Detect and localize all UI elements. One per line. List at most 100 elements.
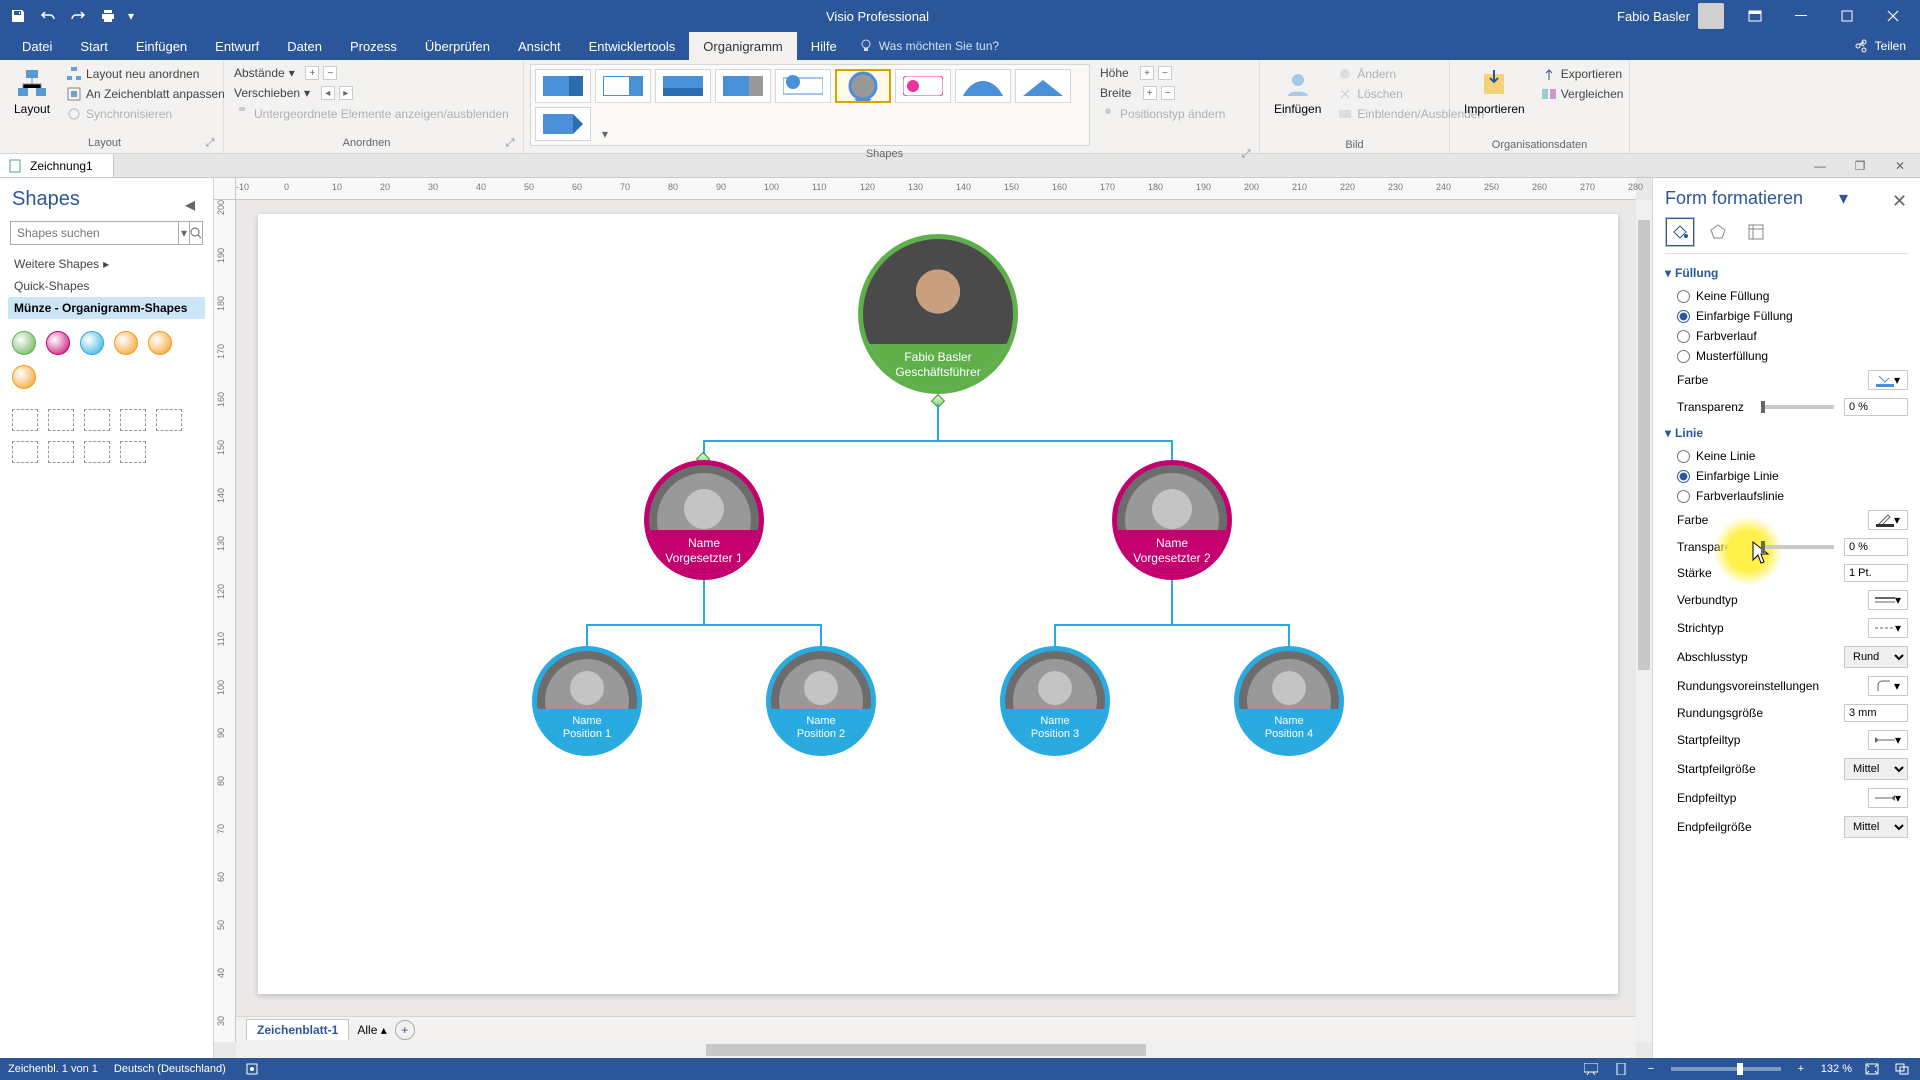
end-arrow-picker[interactable]: ▾ (1868, 788, 1908, 808)
stencil-shape-6[interactable] (12, 441, 38, 463)
fill-section-header[interactable]: ▾ Füllung (1665, 260, 1908, 286)
menu-tab-organigramm[interactable]: Organigramm (689, 32, 796, 60)
spacing-plus[interactable]: + (305, 66, 319, 80)
zoom-level[interactable]: 132 % (1821, 1063, 1852, 1075)
stencil-shape-9[interactable] (120, 441, 146, 463)
active-stencil-item[interactable]: Münze - Organigramm-Shapes (8, 297, 205, 319)
begin-size-select[interactable]: Mittel (1844, 758, 1908, 780)
search-dropdown-button[interactable]: ▾ (178, 222, 189, 244)
org-node-pos2[interactable]: NamePosition 2 (766, 646, 876, 756)
no-line-radio[interactable]: Keine Linie (1665, 446, 1908, 466)
export-button[interactable]: Exportieren (1537, 64, 1628, 84)
tell-me-search[interactable]: Was möchten Sie tun? (859, 32, 999, 60)
palette-shape-1[interactable] (12, 331, 36, 355)
menu-tab-einfügen[interactable]: Einfügen (122, 32, 201, 60)
quick-shapes-item[interactable]: Quick-Shapes (8, 275, 205, 297)
fill-line-tab[interactable] (1665, 217, 1695, 247)
shape-style-7[interactable] (895, 69, 951, 103)
pattern-fill-radio[interactable]: Musterfüllung (1665, 346, 1908, 366)
shape-style-3[interactable] (655, 69, 711, 103)
minimize-button[interactable] (1778, 0, 1824, 32)
fit-page-button[interactable]: An Zeichenblatt anpassen (62, 84, 229, 104)
zoom-in-button[interactable]: + (1791, 1060, 1811, 1078)
stencil-shape-7[interactable] (48, 441, 74, 463)
menu-tab-prozess[interactable]: Prozess (336, 32, 411, 60)
share-button[interactable]: Teilen (1841, 32, 1920, 60)
org-node-pos4[interactable]: NamePosition 4 (1234, 646, 1344, 756)
canvas[interactable]: -100102030405060708090100110120130140150… (214, 178, 1652, 1058)
solid-fill-radio[interactable]: Einfarbige Füllung (1665, 306, 1908, 326)
org-node-pos3[interactable]: NamePosition 3 (1000, 646, 1110, 756)
layout-button[interactable]: Layout (6, 64, 58, 124)
shape-style-1[interactable] (535, 69, 591, 103)
page-width-button[interactable] (1611, 1060, 1631, 1078)
shape-style-9[interactable] (1015, 69, 1071, 103)
rounding-preset-picker[interactable]: ▾ (1868, 676, 1908, 696)
palette-shape-3[interactable] (80, 331, 104, 355)
gallery-more-button[interactable]: ▾ (595, 107, 615, 141)
stencil-shape-8[interactable] (84, 441, 110, 463)
doc-minimize-button[interactable]: — (1800, 159, 1840, 173)
collapse-panel-button[interactable]: ◂ (185, 192, 201, 208)
presentation-mode-button[interactable] (1581, 1060, 1601, 1078)
horizontal-scrollbar[interactable] (236, 1042, 1636, 1058)
redo-button[interactable] (64, 2, 92, 30)
stencil-shape-5[interactable] (156, 409, 182, 431)
move-right[interactable]: ▸ (339, 86, 353, 100)
zoom-slider[interactable] (1671, 1067, 1781, 1071)
stencil-shape-1[interactable] (12, 409, 38, 431)
arrange-launcher[interactable]: ⤢ (503, 137, 517, 151)
width-control[interactable]: Breite +− (1096, 84, 1229, 102)
palette-shape-2[interactable] (46, 331, 70, 355)
shape-style-6-selected[interactable] (835, 69, 891, 103)
line-section-header[interactable]: ▾ Linie (1665, 420, 1908, 446)
all-pages-button[interactable]: Alle ▴ (357, 1023, 386, 1037)
palette-shape-6[interactable] (12, 365, 36, 389)
fill-transparency-slider[interactable] (1761, 405, 1835, 409)
stencil-shape-4[interactable] (120, 409, 146, 431)
size-tab[interactable] (1741, 217, 1771, 247)
page-tab-1[interactable]: Zeichenblatt-1 (246, 1019, 349, 1040)
save-button[interactable] (4, 2, 32, 30)
org-node-ceo[interactable]: Fabio BaslerGeschäftsführer (858, 234, 1018, 394)
end-size-select[interactable]: Mittel (1844, 816, 1908, 838)
import-button[interactable]: Importieren (1456, 64, 1533, 120)
stencil-shape-2[interactable] (48, 409, 74, 431)
cap-type-select[interactable]: Rund (1844, 646, 1908, 668)
shapes-search-input[interactable] (11, 222, 178, 244)
shape-style-8[interactable] (955, 69, 1011, 103)
menu-tab-entwurf[interactable]: Entwurf (201, 32, 273, 60)
spacing-minus[interactable]: − (323, 66, 337, 80)
menu-tab-ansicht[interactable]: Ansicht (504, 32, 575, 60)
ribbon-display-button[interactable] (1732, 0, 1778, 32)
stencil-shape-3[interactable] (84, 409, 110, 431)
palette-shape-4[interactable] (114, 331, 138, 355)
menu-tab-datei[interactable]: Datei (8, 32, 66, 60)
move-left[interactable]: ◂ (321, 86, 335, 100)
insert-picture-button[interactable]: Einfügen (1266, 64, 1329, 124)
shape-style-5[interactable] (775, 69, 831, 103)
fill-transparency-input[interactable] (1844, 398, 1908, 416)
height-plus[interactable]: + (1140, 66, 1154, 80)
layout-launcher[interactable]: ⤢ (203, 137, 217, 151)
compare-button[interactable]: Vergleichen (1537, 84, 1628, 104)
menu-tab-start[interactable]: Start (66, 32, 121, 60)
more-shapes-item[interactable]: Weitere Shapes ▸ (8, 253, 205, 275)
doc-close-button[interactable]: ✕ (1880, 159, 1920, 173)
dash-type-picker[interactable]: ▾ (1868, 618, 1908, 638)
rounding-size-input[interactable] (1844, 704, 1908, 722)
move-button[interactable]: Verschieben ▾ ◂▸ (230, 84, 517, 102)
macro-record-button[interactable] (242, 1060, 262, 1078)
line-transparency-slider[interactable] (1761, 545, 1835, 549)
gradient-line-radio[interactable]: Farbverlaufslinie (1665, 486, 1908, 506)
add-page-button[interactable]: + (395, 1020, 415, 1040)
scrollbar-thumb[interactable] (1638, 220, 1650, 670)
undo-button[interactable] (34, 2, 62, 30)
print-button[interactable] (94, 2, 122, 30)
pan-zoom-button[interactable] (1892, 1060, 1912, 1078)
user-account[interactable]: Fabio Basler (1617, 3, 1724, 29)
compound-type-picker[interactable]: ▾ (1868, 590, 1908, 610)
line-color-picker[interactable]: ▾ (1868, 510, 1908, 530)
org-node-mgr2[interactable]: NameVorgesetzter 2 (1112, 460, 1232, 580)
doc-restore-button[interactable]: ❐ (1840, 159, 1880, 173)
